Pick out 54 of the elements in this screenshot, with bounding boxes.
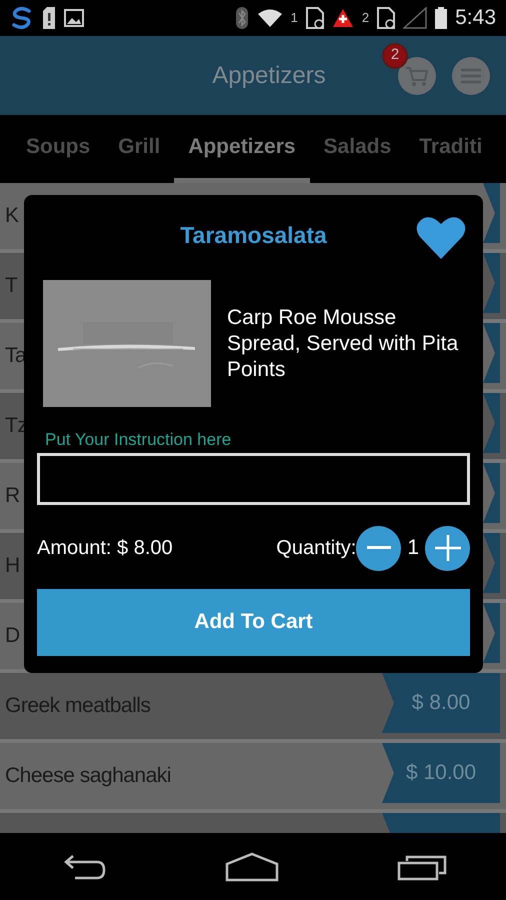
menu-icon [460, 66, 482, 84]
price-tag [483, 393, 500, 453]
cart-icon [405, 64, 429, 86]
wifi-icon [256, 8, 283, 28]
category-tab[interactable]: Grill [104, 115, 174, 183]
minus-icon [366, 546, 391, 550]
menu-row[interactable]: Greek meatballs $ 8.00 [0, 673, 506, 739]
price-tag [483, 533, 500, 593]
menu-row[interactable]: Cheese saghanaki $ 10.00 [0, 743, 506, 809]
sim-card-icon [306, 7, 324, 29]
sim-slot-label: 1 [290, 9, 298, 28]
instruction-field[interactable] [37, 452, 470, 504]
item-name: Greek meatballs [4, 693, 150, 720]
quantity-value: 1 [406, 535, 420, 562]
image-icon [64, 9, 84, 27]
bluetooth-icon [234, 6, 249, 30]
decrease-button[interactable] [356, 526, 402, 570]
category-tab[interactable]: Salads [310, 115, 406, 183]
item-name: R [4, 483, 20, 510]
category-tab[interactable]: Traditi [405, 115, 496, 183]
item-name: Cheese saghanaki [4, 763, 171, 790]
item-name: H [4, 553, 20, 580]
warning-icon [332, 8, 354, 28]
item-name: T [4, 273, 18, 300]
quantity-label: Quantity: [276, 536, 356, 561]
category-tab[interactable]: Soups [12, 115, 104, 183]
price-tag [483, 253, 500, 313]
recent-apps-icon[interactable] [397, 853, 447, 881]
dialog-title: Taramosalata [180, 220, 327, 250]
amount-label: Amount: $ 8.00 [37, 536, 174, 561]
price-tag [483, 603, 500, 663]
price-tag: $ 8.00 [382, 673, 500, 733]
price-tag [483, 463, 500, 523]
price-tag: $ 10.00 [382, 743, 500, 803]
price-tag [483, 323, 500, 383]
status-time: 5:43 [455, 5, 496, 32]
increase-button[interactable] [425, 526, 470, 570]
plus-icon [434, 535, 460, 561]
instruction-label: Put Your Instruction here [44, 429, 232, 451]
price-tag [483, 183, 500, 243]
add-to-cart-button[interactable]: Add To Cart [37, 588, 470, 656]
sync-icon [10, 6, 34, 30]
sd-card-icon [42, 7, 56, 29]
home-icon[interactable] [225, 852, 279, 882]
heart-icon[interactable] [416, 215, 466, 261]
screen-title: Appetizers [211, 60, 327, 90]
signal-icon [403, 7, 428, 29]
sim-card-icon [377, 7, 396, 29]
item-description: Carp Roe Mousse Spread, Served with Pita Points [227, 304, 460, 382]
battery-icon [435, 7, 448, 29]
sim-slot-label: 2 [362, 9, 370, 28]
cart-count-badge: 2 [382, 42, 408, 68]
item-name: K [4, 203, 19, 230]
item-name: D [4, 623, 20, 650]
